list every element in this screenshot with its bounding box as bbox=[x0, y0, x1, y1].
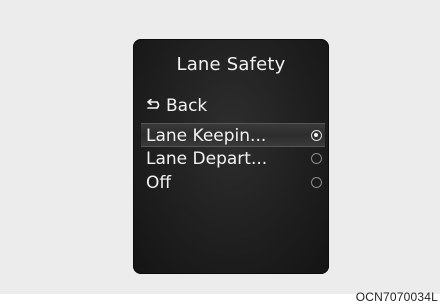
menu-item-label: Lane Keepin... bbox=[146, 126, 267, 146]
back-label: Back bbox=[166, 96, 208, 116]
menu-title: Lane Safety bbox=[176, 54, 286, 75]
figure-code: OCN7070034L bbox=[355, 290, 438, 304]
menu-item-label: Off bbox=[146, 173, 172, 193]
menu-item-label: Lane Depart... bbox=[146, 149, 268, 169]
radio-unselected-icon[interactable] bbox=[311, 153, 322, 164]
instrument-cluster-display: Lane Safety Back Lane Keepin... Lane Dep… bbox=[133, 39, 329, 274]
return-arrow-icon bbox=[147, 99, 160, 109]
back-button[interactable]: Back bbox=[144, 95, 207, 117]
radio-unselected-icon[interactable] bbox=[311, 177, 322, 188]
radio-selected-icon[interactable] bbox=[311, 130, 322, 141]
menu-item-off[interactable]: Off bbox=[141, 171, 325, 195]
menu-item-lane-departure[interactable]: Lane Depart... bbox=[141, 147, 325, 171]
menu-item-lane-keeping[interactable]: Lane Keepin... bbox=[141, 123, 325, 147]
